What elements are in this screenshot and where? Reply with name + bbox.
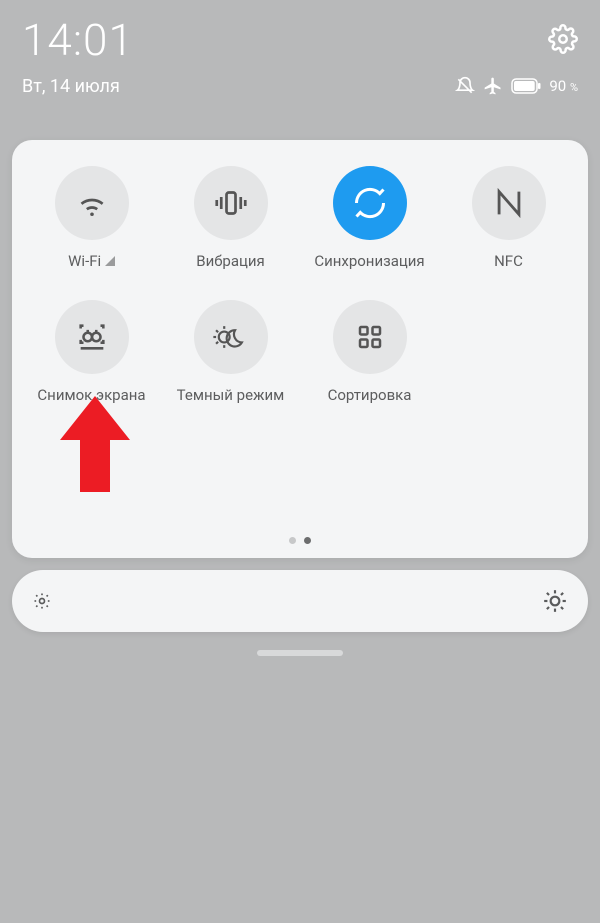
tile-wifi[interactable]: Wi-Fi (22, 166, 161, 276)
tile-dark-label: Темный режим (177, 386, 285, 404)
battery-percentage: 90 % (549, 77, 578, 95)
status-bar: 14:01 Вт, 14 июля 90 % (0, 0, 600, 97)
tile-dark-mode[interactable]: Темный режим (161, 300, 300, 410)
airplane-icon (483, 76, 503, 96)
battery-icon (511, 78, 541, 94)
tile-screenshot[interactable]: Снимок экрана (22, 300, 161, 410)
tile-sort[interactable]: Сортировка (300, 300, 439, 410)
brightness-track (52, 570, 542, 632)
quick-settings-panel: Wi-Fi Вибрация Си (12, 140, 588, 558)
brightness-slider[interactable] (12, 570, 588, 632)
sort-icon (333, 300, 407, 374)
screenshot-icon (55, 300, 129, 374)
sync-icon (333, 166, 407, 240)
tile-sync[interactable]: Синхронизация (300, 166, 439, 276)
dark-mode-icon (194, 300, 268, 374)
date-label: Вт, 14 июля (22, 76, 134, 97)
tile-nfc-label: NFC (494, 252, 523, 270)
clock-time: 14:01 (22, 18, 134, 62)
gear-icon[interactable] (548, 24, 578, 54)
tiles-grid: Wi-Fi Вибрация Си (22, 166, 578, 410)
tile-sort-label: Сортировка (328, 386, 412, 404)
tile-screenshot-label: Снимок экрана (37, 386, 145, 404)
tile-vibration[interactable]: Вибрация (161, 166, 300, 276)
brightness-high-icon (542, 588, 568, 614)
mute-icon (455, 76, 475, 96)
home-indicator[interactable] (257, 650, 343, 656)
page-indicator[interactable] (289, 537, 311, 544)
brightness-low-icon (32, 591, 52, 611)
tile-wifi-label: Wi-Fi (68, 252, 115, 270)
tile-sync-label: Синхронизация (314, 252, 424, 270)
status-right: 90 % (455, 18, 578, 96)
wifi-icon (55, 166, 129, 240)
nfc-icon (472, 166, 546, 240)
dot-2 (304, 537, 311, 544)
status-left: 14:01 Вт, 14 июля (22, 18, 134, 97)
dot-1 (289, 537, 296, 544)
vibration-icon (194, 166, 268, 240)
tile-vibration-label: Вибрация (196, 252, 265, 270)
status-tray: 90 % (455, 76, 578, 96)
tile-nfc[interactable]: NFC (439, 166, 578, 276)
